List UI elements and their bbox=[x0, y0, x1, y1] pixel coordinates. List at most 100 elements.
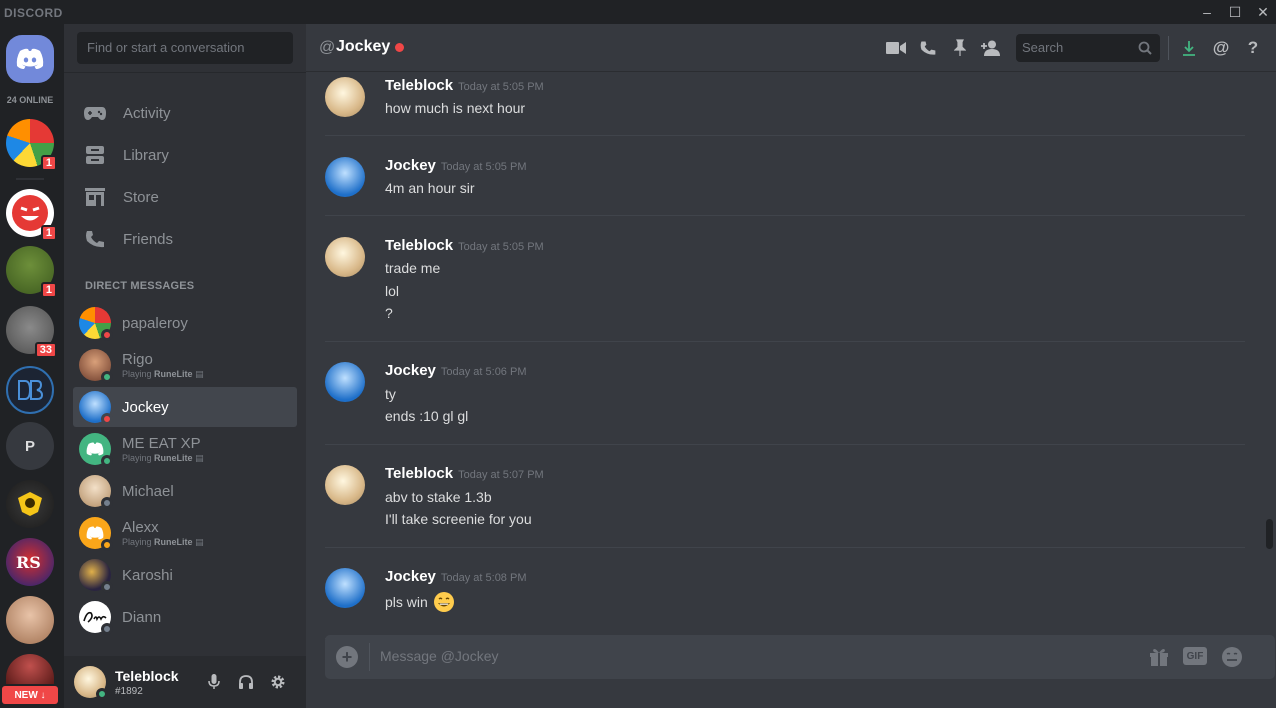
message-composer[interactable]: + Message @Jockey GIF bbox=[325, 635, 1275, 679]
nav-activity[interactable]: Activity bbox=[73, 95, 297, 131]
status-dnd-indicator bbox=[395, 43, 404, 52]
mentions-icon[interactable]: @ bbox=[1210, 37, 1232, 59]
search-placeholder: Search bbox=[1022, 40, 1064, 55]
headphones-icon[interactable] bbox=[237, 673, 255, 691]
author-name: Jockey bbox=[385, 157, 436, 174]
help-icon[interactable]: ? bbox=[1242, 37, 1264, 59]
nav-friends[interactable]: Friends bbox=[73, 221, 297, 257]
upload-plus-icon[interactable]: + bbox=[336, 646, 358, 668]
nav-library[interactable]: Library bbox=[73, 137, 297, 173]
message-timestamp: Today at 5:05 PM bbox=[458, 241, 544, 253]
home-button[interactable] bbox=[6, 35, 54, 83]
dm-item-michael[interactable]: Michael bbox=[73, 471, 297, 511]
gift-icon[interactable] bbox=[1149, 646, 1169, 668]
server-rs[interactable]: RS bbox=[6, 538, 54, 586]
emoji-picker-icon[interactable] bbox=[1221, 646, 1243, 668]
avatar bbox=[79, 601, 113, 635]
nav-label: Store bbox=[123, 188, 159, 206]
server-rubiks[interactable]: 1 bbox=[6, 119, 57, 171]
playing-prefix: Playing bbox=[122, 536, 152, 547]
download-icon[interactable] bbox=[1178, 37, 1200, 59]
current-username: Teleblock bbox=[115, 668, 179, 684]
scrollbar-thumb[interactable] bbox=[1266, 519, 1273, 549]
message-author[interactable]: Jockey Today at 5:05 PM bbox=[385, 157, 526, 174]
gif-button[interactable]: GIF bbox=[1183, 647, 1207, 665]
dm-item-me-eat-xp[interactable]: ME EAT XP Playing RuneLite ▤ bbox=[73, 429, 297, 469]
message-timestamp: Today at 5:05 PM bbox=[440, 161, 527, 173]
server-partial[interactable] bbox=[6, 654, 54, 684]
dm-item-papaleroy[interactable]: papaleroy bbox=[73, 303, 297, 343]
message-text: pls win bbox=[385, 594, 428, 610]
message-input[interactable]: Message @Jockey bbox=[380, 648, 498, 664]
server-p[interactable]: P bbox=[6, 422, 54, 470]
message-author[interactable]: Teleblock Today at 5:07 PM bbox=[385, 465, 544, 482]
nav-store[interactable]: Store bbox=[73, 179, 297, 215]
mention-badge: 1 bbox=[40, 282, 57, 298]
server-db[interactable] bbox=[6, 366, 54, 414]
dm-item-diann[interactable]: Diann bbox=[73, 597, 297, 637]
server-face[interactable] bbox=[6, 596, 54, 644]
message-author[interactable]: Jockey Today at 5:08 PM bbox=[385, 568, 526, 585]
dm-item-jockey[interactable]: Jockey bbox=[73, 387, 297, 427]
microphone-icon[interactable] bbox=[205, 673, 223, 691]
find-conversation-input[interactable]: Find or start a conversation bbox=[77, 32, 293, 64]
avatar bbox=[79, 391, 113, 425]
avatar[interactable] bbox=[74, 666, 108, 700]
message-author[interactable]: Teleblock Today at 5:05 PM bbox=[385, 77, 544, 94]
avatar bbox=[79, 559, 113, 593]
close-window-button[interactable]: ✕ bbox=[1250, 3, 1276, 21]
message-author[interactable]: Jockey Today at 5:06 PM bbox=[385, 362, 526, 379]
server-skull[interactable]: 1 bbox=[6, 246, 57, 298]
title-bar: DISCORD – ☐ ✕ bbox=[0, 0, 1276, 24]
avatar[interactable] bbox=[325, 77, 365, 117]
game-name: RuneLite bbox=[154, 536, 193, 547]
nav-label: Friends bbox=[123, 230, 174, 248]
header-separator bbox=[1168, 36, 1169, 60]
server-grey[interactable]: 33 bbox=[6, 306, 57, 358]
settings-gear-icon[interactable] bbox=[269, 673, 287, 691]
avatar bbox=[79, 517, 113, 551]
dm-name: ME EAT XP bbox=[122, 434, 201, 452]
voice-call-icon[interactable] bbox=[917, 37, 939, 59]
minimize-button[interactable]: – bbox=[1194, 3, 1220, 21]
avatar[interactable] bbox=[325, 237, 365, 277]
message-text: 4m an hour sir bbox=[385, 180, 475, 196]
dm-item-alexx[interactable]: Alexx Playing RuneLite ▤ bbox=[73, 513, 297, 553]
rs-logo-icon: RS bbox=[16, 553, 41, 572]
library-icon bbox=[81, 143, 109, 167]
dm-item-karoshi[interactable]: Karoshi bbox=[73, 555, 297, 595]
discord-logo-icon bbox=[86, 526, 104, 540]
server-yellow-emblem[interactable] bbox=[6, 480, 54, 528]
rich-presence-icon: ▤ bbox=[195, 536, 204, 547]
server-red-face[interactable]: 1 bbox=[6, 189, 57, 241]
status-offline-indicator bbox=[101, 497, 113, 509]
mention-badge: 1 bbox=[40, 225, 57, 241]
avatar[interactable] bbox=[325, 568, 365, 608]
header-search-input[interactable]: Search bbox=[1016, 34, 1160, 62]
status-idle-indicator bbox=[101, 539, 113, 551]
avatar[interactable] bbox=[325, 465, 365, 505]
store-icon bbox=[81, 185, 109, 209]
dm-item-rigo[interactable]: Rigo Playing RuneLite ▤ bbox=[73, 345, 297, 385]
dm-name: Alexx bbox=[122, 518, 159, 536]
search-icon bbox=[1138, 41, 1152, 55]
message-text: ty bbox=[385, 386, 396, 402]
server-separator bbox=[16, 178, 44, 180]
avatar[interactable] bbox=[325, 157, 365, 197]
message-text: I'll take screenie for you bbox=[385, 511, 532, 527]
grinning-emoji-icon[interactable] bbox=[433, 591, 455, 613]
pin-icon[interactable] bbox=[949, 37, 971, 59]
status-online-indicator bbox=[101, 371, 113, 383]
app-brand: DISCORD bbox=[4, 6, 63, 20]
new-unreads-pill[interactable]: NEW ↓ bbox=[2, 686, 58, 704]
rich-presence-icon: ▤ bbox=[195, 368, 204, 379]
playing-status: Playing RuneLite ▤ bbox=[122, 453, 204, 464]
message-divider bbox=[325, 215, 1245, 216]
message-timestamp: Today at 5:06 PM bbox=[440, 366, 527, 378]
add-friend-icon[interactable] bbox=[980, 37, 1002, 59]
maximize-button[interactable]: ☐ bbox=[1222, 3, 1248, 21]
message-author[interactable]: Teleblock Today at 5:05 PM bbox=[385, 237, 544, 254]
video-call-icon[interactable] bbox=[885, 37, 907, 59]
message-text-row: pls win bbox=[385, 591, 455, 613]
avatar[interactable] bbox=[325, 362, 365, 402]
